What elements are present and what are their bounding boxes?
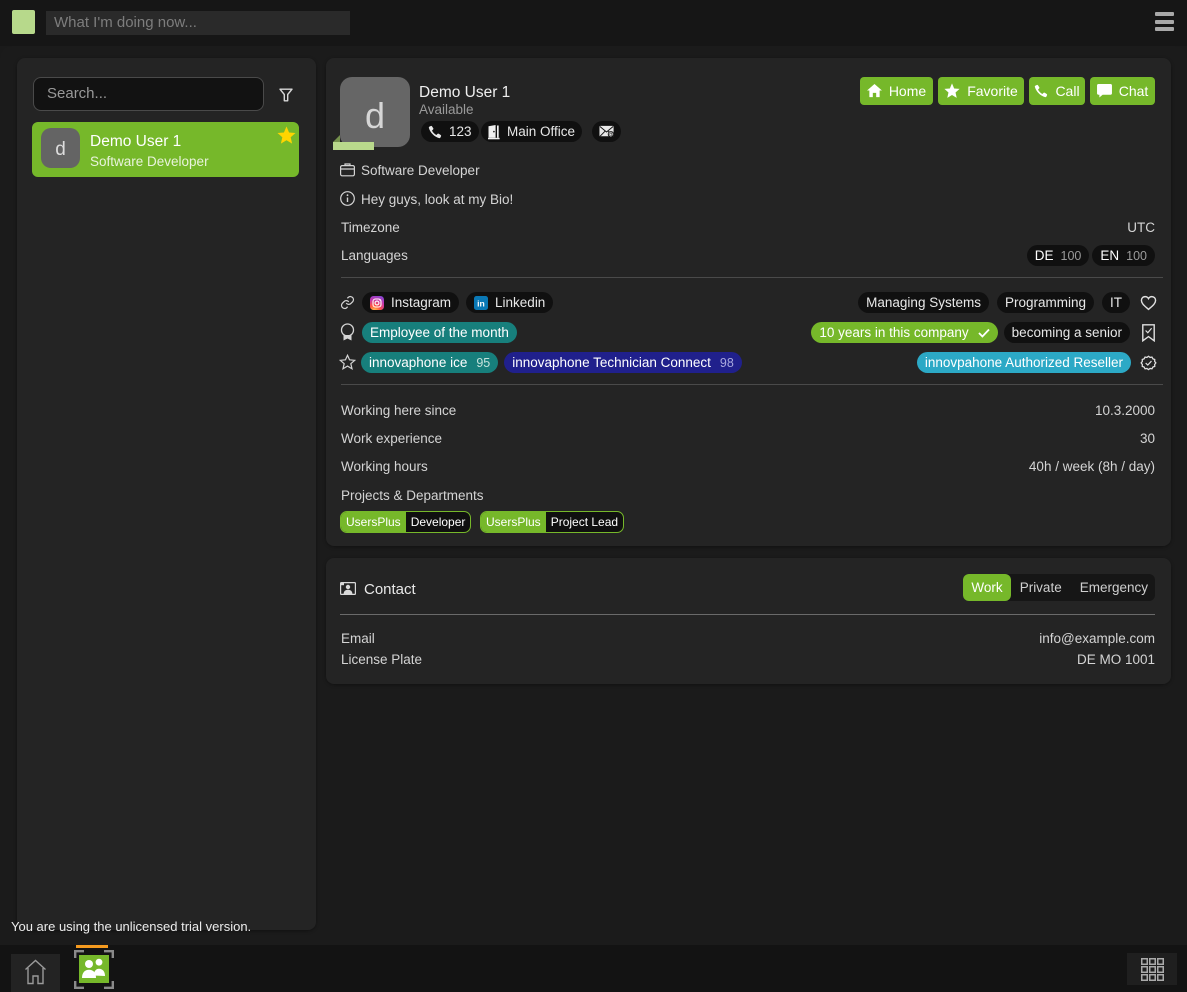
svg-text:in: in: [477, 298, 485, 308]
svg-text:@: @: [608, 132, 613, 138]
